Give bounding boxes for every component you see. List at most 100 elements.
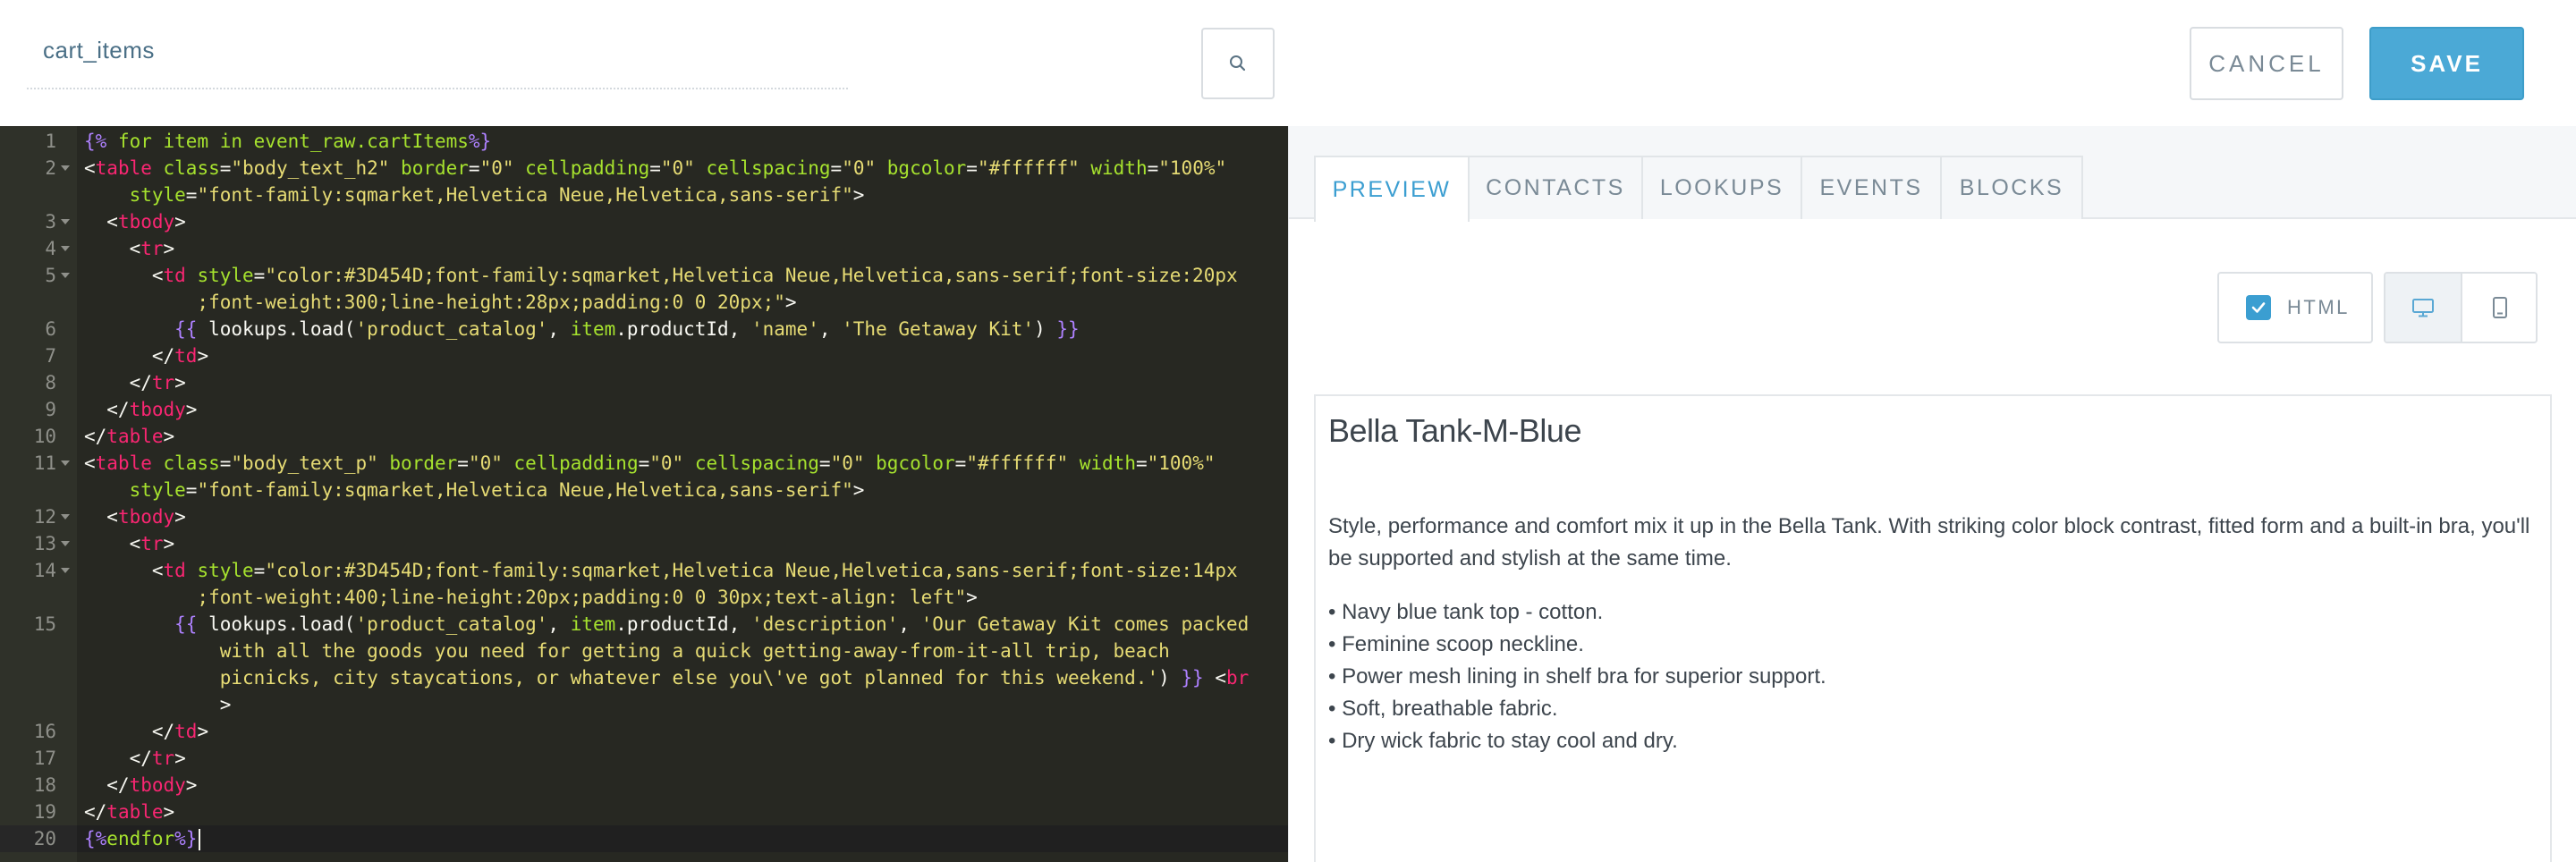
list-item: • Feminine scoop neckline.: [1328, 632, 1584, 656]
code-token: =: [219, 157, 232, 179]
code-row: <td style="color:#3D454D;font-family:sqm…: [84, 557, 1238, 584]
code-token: </: [84, 345, 175, 367]
cancel-button[interactable]: CANCEL: [2190, 27, 2343, 100]
code-token: tr: [151, 372, 175, 393]
code-line[interactable]: 1 {% for item in event_raw.cartItems%}: [0, 128, 1288, 155]
line-number-text: 10: [33, 426, 56, 447]
email-preview: Bella Tank-M-Blue Style, performance and…: [1314, 394, 2552, 862]
code-token: .productId,: [615, 613, 751, 635]
code-token: =: [457, 452, 469, 474]
code-token: "100%": [1147, 452, 1216, 474]
code-token: =: [468, 157, 480, 179]
code-line[interactable]: 17 </tr>: [0, 745, 1288, 772]
code-token: 'name': [750, 318, 819, 340]
fold-arrow-icon[interactable]: [61, 219, 70, 224]
line-number: 15: [0, 611, 77, 718]
tab-lookups[interactable]: LOOKUPS: [1641, 156, 1802, 219]
code-row: {%endfor%}: [84, 825, 201, 852]
tab-preview[interactable]: PREVIEW: [1314, 156, 1470, 222]
code-row: >: [84, 691, 1249, 718]
search-button[interactable]: [1201, 28, 1275, 99]
code-row: </table>: [84, 799, 174, 825]
code-text: </tbody>: [84, 396, 197, 423]
code-token: br: [1225, 667, 1250, 689]
text-cursor: [199, 829, 201, 850]
code-row: {{ lookups.load('product_catalog', item.…: [84, 611, 1249, 638]
code-line[interactable]: 14 <td style="color:#3D454D;font-family:…: [0, 557, 1288, 611]
code-line[interactable]: 6 {{ lookups.load('product_catalog', ite…: [0, 316, 1288, 342]
html-toggle[interactable]: HTML: [2217, 272, 2373, 343]
name-input[interactable]: [27, 32, 848, 89]
code-token: "0": [842, 157, 877, 179]
mobile-view-button[interactable]: [2462, 274, 2536, 342]
line-number-text: 15: [33, 613, 56, 635]
code-text: </td>: [84, 718, 208, 745]
code-token: =: [253, 265, 266, 286]
code-line[interactable]: 4 <tr>: [0, 235, 1288, 262]
code-token: =: [954, 452, 967, 474]
code-text: </table>: [84, 799, 174, 825]
code-token: bgcolor: [876, 157, 967, 179]
code-token: cellspacing: [694, 157, 831, 179]
fold-arrow-icon[interactable]: [61, 568, 70, 573]
code-token: =: [830, 157, 843, 179]
code-line[interactable]: 8 </tr>: [0, 369, 1288, 396]
code-line[interactable]: 18 </tbody>: [0, 772, 1288, 799]
code-row: <tbody>: [84, 208, 186, 235]
code-line[interactable]: 7 </td>: [0, 342, 1288, 369]
fold-arrow-icon[interactable]: [61, 246, 70, 251]
line-number-text: 9: [45, 399, 56, 420]
code-token: item: [570, 318, 616, 340]
tab-blocks[interactable]: BLOCKS: [1940, 156, 2083, 219]
code-row: </td>: [84, 718, 208, 745]
code-token: >: [84, 694, 232, 715]
code-line[interactable]: 11 <table class="body_text_p" border="0" …: [0, 450, 1288, 503]
code-line[interactable]: 13 <tr>: [0, 530, 1288, 557]
code-line[interactable]: 19 </table>: [0, 799, 1288, 825]
save-button[interactable]: SAVE: [2369, 27, 2524, 100]
code-row: </table>: [84, 423, 174, 450]
code-line[interactable]: 2 <table class="body_text_h2" border="0" …: [0, 155, 1288, 208]
code-line[interactable]: 10 </table>: [0, 423, 1288, 450]
code-line[interactable]: 12 <tbody>: [0, 503, 1288, 530]
code-text: </tr>: [84, 369, 186, 396]
code-line[interactable]: 16 </td>: [0, 718, 1288, 745]
code-token: style: [185, 265, 254, 286]
desktop-view-button[interactable]: [2385, 274, 2462, 342]
fold-arrow-icon[interactable]: [61, 165, 70, 171]
code-row: <table class="body_text_p" border="0" ce…: [84, 450, 1215, 477]
fold-arrow-icon[interactable]: [61, 461, 70, 466]
code-text: <td style="color:#3D454D;font-family:sqm…: [84, 262, 1238, 316]
code-line[interactable]: 3 <tbody>: [0, 208, 1288, 235]
html-toggle-label: HTML: [2287, 296, 2350, 318]
tab-contacts[interactable]: CONTACTS: [1468, 156, 1643, 219]
code-token: >: [197, 345, 209, 367]
code-token: for item in event_raw.cartItems: [106, 131, 469, 152]
code-token: ;font-weight:400;line-height:20px;paddin…: [84, 587, 967, 608]
code-token: =: [1135, 452, 1148, 474]
code-token: tbody: [129, 774, 186, 796]
code-token: tr: [151, 748, 175, 769]
code-token: <: [84, 533, 141, 554]
code-line[interactable]: 20 {%endfor%}: [0, 825, 1288, 852]
code-token: >: [163, 426, 175, 447]
code-line[interactable]: 5 <td style="color:#3D454D;font-family:s…: [0, 262, 1288, 316]
code-token: item: [570, 613, 616, 635]
fold-arrow-icon[interactable]: [61, 514, 70, 520]
code-line[interactable]: 15 {{ lookups.load('product_catalog', it…: [0, 611, 1288, 718]
tab-events[interactable]: EVENTS: [1801, 156, 1942, 219]
code-token: td: [163, 265, 186, 286]
fold-arrow-icon[interactable]: [61, 541, 70, 546]
line-number-text: 2: [45, 157, 56, 179]
code-row: </td>: [84, 342, 208, 369]
code-token: }}: [1056, 318, 1080, 340]
device-toggle-group: [2384, 272, 2538, 343]
code-editor[interactable]: 1 {% for item in event_raw.cartItems%} 2 <t…: [0, 126, 1288, 862]
code-token: lookups.load(: [197, 613, 356, 635]
line-number: 9: [0, 396, 77, 423]
code-text: <tbody>: [84, 503, 186, 530]
line-number: 1: [0, 128, 77, 155]
code-token: <: [84, 506, 118, 528]
fold-arrow-icon[interactable]: [61, 273, 70, 278]
code-line[interactable]: 9 </tbody>: [0, 396, 1288, 423]
